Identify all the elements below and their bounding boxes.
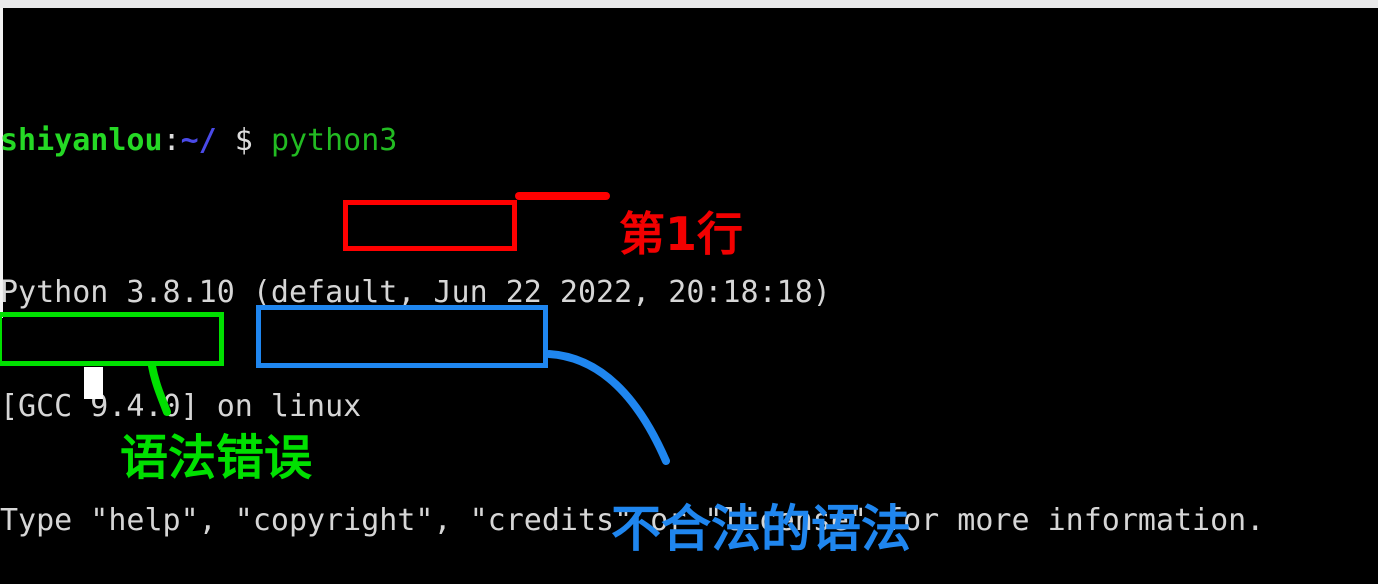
leader-line-line-number [515, 192, 610, 200]
prompt-path: ~/ [180, 123, 217, 158]
window-top-strip [0, 0, 1378, 8]
annotation-label-invalid-syntax: 不合法的语法 [611, 500, 911, 558]
shell-command: python3 [270, 123, 398, 158]
prompt-user: shiyanlou [0, 123, 163, 158]
annotation-label-line-number: 第1行 [619, 207, 744, 261]
terminal-screenshot: shiyanlou:~/ $ python3 Python 3.8.10 (de… [0, 0, 1378, 584]
shell-prompt-line: shiyanlou:~/ $ python3 [0, 122, 1378, 160]
python-version-line: Python 3.8.10 (default, Jun 22 2022, 20:… [0, 275, 831, 310]
highlight-box-line-number [343, 200, 517, 251]
prompt-colon: : [162, 123, 181, 158]
text-cursor [84, 367, 103, 399]
prompt-dollar: $ [216, 123, 271, 158]
highlight-box-invalid-syntax [256, 305, 548, 368]
annotation-label-syntax-error: 语法错误 [120, 430, 313, 486]
highlight-box-syntax-error [0, 312, 224, 366]
